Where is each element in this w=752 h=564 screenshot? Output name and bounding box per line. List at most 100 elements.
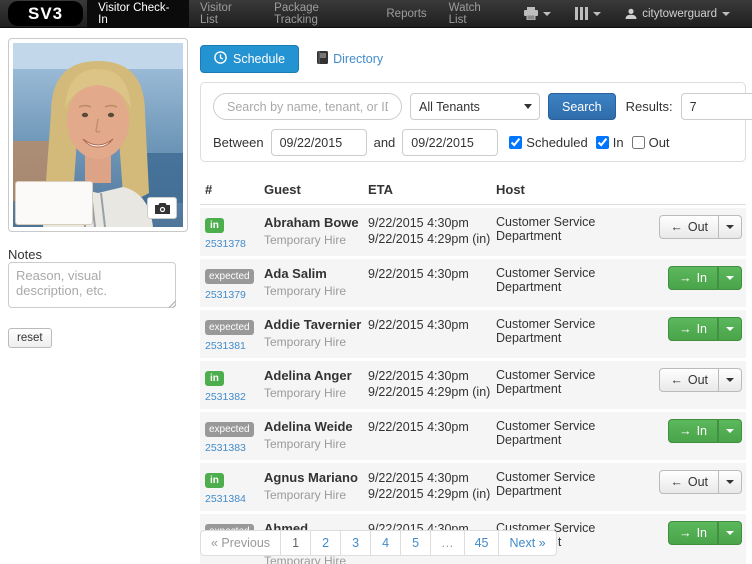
schedule-label: Schedule [233, 52, 286, 66]
filter-panel: All Tenants Search Results: 7 Between an… [200, 82, 752, 162]
checkbox-input-out[interactable] [631, 136, 645, 149]
eta-scheduled: 9/22/2015 4:30pm [368, 318, 469, 332]
page-3[interactable]: 3 [341, 530, 372, 556]
eta-scheduled: 9/22/2015 4:30pm [368, 420, 469, 434]
tab-directory[interactable]: Directory [317, 51, 383, 67]
checkbox-label: Scheduled [526, 135, 588, 150]
host-name: Customer Service Department [496, 368, 596, 396]
nav-items: Visitor Check-In Visitor List Package Trac… [87, 0, 512, 27]
camera-icon [154, 202, 170, 214]
checkbox-in[interactable]: In [595, 135, 624, 150]
eta-checkin: 9/22/2015 4:29pm (in) [368, 385, 491, 399]
page-2[interactable]: 2 [311, 530, 342, 556]
check-in-button[interactable]: → In [668, 266, 718, 290]
reset-button[interactable]: reset [8, 328, 52, 348]
caret-down-icon [726, 225, 734, 229]
status-badge: expected [205, 320, 254, 335]
action-split-button: → In [668, 521, 742, 545]
blank-id-badge [15, 181, 93, 225]
visitor-id-link[interactable]: 2531384 [205, 493, 264, 505]
app-logo[interactable]: SV3 [8, 1, 84, 26]
host-name: Customer Service Department [496, 215, 596, 243]
print-menu[interactable] [512, 0, 563, 27]
eta-scheduled: 9/22/2015 4:30pm [368, 471, 469, 485]
header-host: Host [496, 182, 525, 197]
checkbox-scheduled[interactable]: Scheduled [509, 135, 588, 150]
header-guest: Guest [264, 182, 301, 197]
check-out-button[interactable]: ← Out [659, 368, 719, 392]
table-row: in 2531378 Abraham Bowe Temporary Hire 9/22/… [200, 208, 746, 256]
visitor-checkin-app: SV3 Visitor Check-In Visitor List Package … [0, 0, 752, 564]
caret-down-icon [726, 480, 734, 484]
guest-type: Temporary Hire [264, 284, 347, 298]
view-tabs: Schedule Directory [200, 45, 383, 73]
and-label: and [373, 135, 396, 150]
action-dropdown-toggle[interactable] [719, 470, 742, 494]
page-next[interactable]: Next » [499, 530, 557, 556]
arrow-left-icon: ← [670, 475, 683, 489]
page-45[interactable]: 45 [464, 530, 500, 556]
visitor-id-link[interactable]: 2531382 [205, 391, 264, 403]
date-to-input[interactable] [402, 129, 499, 156]
visitor-id-link[interactable]: 2531378 [205, 238, 264, 250]
action-dropdown-toggle[interactable] [718, 521, 742, 545]
tab-schedule[interactable]: Schedule [200, 45, 300, 73]
action-dropdown-toggle[interactable] [719, 215, 742, 239]
status-filters: Scheduled In Out [509, 135, 670, 150]
guest-type: Temporary Hire [264, 386, 347, 400]
guest-type: Temporary Hire [264, 488, 347, 502]
visitor-id-link[interactable]: 2531379 [205, 289, 264, 301]
checkbox-out[interactable]: Out [631, 135, 670, 150]
visitor-id-link[interactable]: 2531381 [205, 340, 264, 352]
date-from-input[interactable] [270, 129, 367, 156]
search-button[interactable]: Search [548, 93, 616, 120]
action-dropdown-toggle[interactable] [718, 419, 742, 443]
table-row: in 2531382 Adelina Anger Temporary Hire 9/22… [200, 361, 746, 409]
page-4[interactable]: 4 [371, 530, 402, 556]
page-previous: « Previous [200, 530, 282, 556]
guest-type: Temporary Hire [264, 335, 347, 349]
results-select[interactable]: 7 [680, 93, 752, 120]
guest-type: Temporary Hire [264, 437, 347, 451]
arrow-right-icon: → [679, 322, 692, 336]
arrow-right-icon: → [679, 424, 692, 438]
table-body: in 2531378 Abraham Bowe Temporary Hire 9/22/… [200, 208, 746, 564]
notes-input[interactable] [8, 262, 176, 308]
nav-item-watch-list[interactable]: Watch List [438, 0, 513, 27]
page-5[interactable]: 5 [401, 530, 432, 556]
action-dropdown-toggle[interactable] [718, 317, 742, 341]
caret-down-icon [722, 11, 730, 16]
caret-down-icon [543, 11, 552, 16]
checkbox-input-in[interactable] [595, 136, 609, 149]
check-in-button[interactable]: → In [668, 419, 718, 443]
capture-photo-button[interactable] [147, 197, 177, 219]
book-icon [317, 51, 329, 67]
checkbox-label: Out [648, 135, 670, 150]
nav-item-visitor-check-in[interactable]: Visitor Check-In [87, 0, 190, 27]
visitor-id-link[interactable]: 2531383 [205, 442, 264, 454]
action-dropdown-toggle[interactable] [719, 368, 742, 392]
columns-menu[interactable] [563, 0, 613, 27]
action-split-button: → In [668, 317, 742, 341]
check-in-button[interactable]: → In [668, 317, 718, 341]
check-out-button[interactable]: ← Out [659, 215, 719, 239]
guest-name: Adelina Anger [264, 368, 352, 383]
clock-icon [214, 51, 227, 67]
action-label: Out [687, 373, 708, 387]
action-dropdown-toggle[interactable] [718, 266, 742, 290]
nav-item-reports[interactable]: Reports [375, 0, 437, 27]
check-in-button[interactable]: → In [668, 521, 718, 545]
search-input[interactable] [213, 93, 402, 120]
checkbox-label: In [612, 135, 624, 150]
table-row: in 2531384 Agnus Mariano Temporary Hire 9/22… [200, 463, 746, 511]
checkbox-input-scheduled[interactable] [509, 136, 523, 149]
user-icon [625, 8, 637, 20]
tenant-select[interactable]: All Tenants [410, 93, 540, 120]
caret-down-icon [726, 378, 734, 382]
nav-item-visitor-list[interactable]: Visitor List [189, 0, 263, 27]
visitor-photo-card [8, 38, 188, 232]
nav-item-package-tracking[interactable]: Package Tracking [263, 0, 375, 27]
user-menu[interactable]: citytowerguard [613, 0, 742, 27]
visitor-table: # Guest ETA Host in 2531378 Abraham Bowe Te… [200, 178, 746, 564]
check-out-button[interactable]: ← Out [659, 470, 719, 494]
